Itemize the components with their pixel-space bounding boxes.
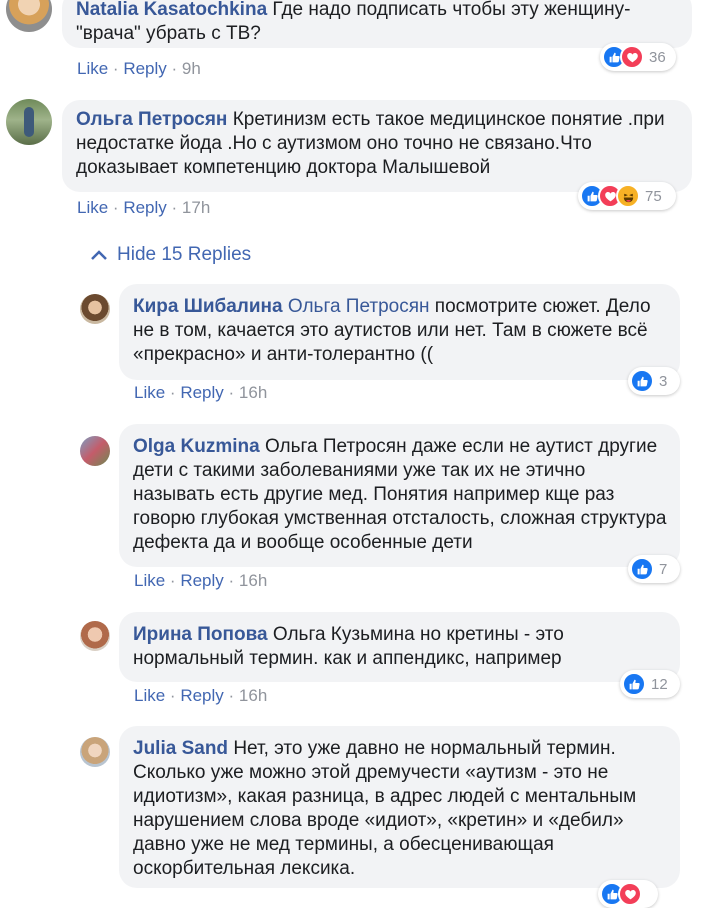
reaction-summary[interactable]: 36 [600, 43, 676, 71]
comment-actions: Like · Reply · 17h [77, 198, 211, 217]
reply-mention[interactable]: Ольга Петросян [288, 296, 430, 317]
reaction-summary[interactable]: 7 [628, 555, 680, 583]
reply-bubble: Ирина Попова Ольга Кузьмина но кретины -… [119, 612, 680, 682]
reaction-summary[interactable]: 12 [620, 670, 680, 698]
reply-author[interactable]: Olga Kuzmina [133, 436, 260, 457]
reply-button[interactable]: Reply [180, 383, 223, 402]
haha-icon [616, 184, 640, 208]
like-button[interactable]: Like [134, 383, 165, 402]
hide-replies-label: Hide 15 Replies [117, 244, 252, 265]
reply-button[interactable]: Reply [180, 571, 223, 590]
reply-timestamp[interactable]: 16h [239, 686, 267, 705]
avatar[interactable] [80, 294, 110, 324]
reply-button[interactable]: Reply [180, 686, 223, 705]
comment-author[interactable]: Ольга Петросян [76, 109, 227, 130]
reply-actions: Like · Reply · 16h [134, 571, 268, 590]
love-icon [618, 882, 642, 906]
avatar[interactable] [6, 0, 52, 32]
reply-text: Нет, это уже давно не нормальный термин.… [133, 738, 637, 879]
comment-timestamp[interactable]: 9h [182, 59, 201, 78]
reply-button[interactable]: Reply [123, 198, 166, 217]
comment-bubble: Ольга Петросян Кретинизм есть такое меди… [62, 100, 692, 192]
like-icon [630, 369, 654, 393]
like-icon [630, 557, 654, 581]
like-button[interactable]: Like [77, 198, 108, 217]
like-button[interactable]: Like [134, 686, 165, 705]
avatar[interactable] [80, 436, 110, 466]
reply-author[interactable]: Кира Шибалина [133, 296, 283, 317]
reply-timestamp[interactable]: 16h [239, 383, 267, 402]
reply-author[interactable]: Ирина Попова [133, 624, 268, 645]
avatar[interactable] [80, 737, 110, 767]
reply-bubble: Кира Шибалина Ольга Петросян посмотрите … [119, 284, 680, 380]
like-button[interactable]: Like [77, 59, 108, 78]
reaction-summary[interactable]: 75 [578, 182, 676, 210]
reply-timestamp[interactable]: 16h [239, 571, 267, 590]
reaction-summary[interactable]: 3 [628, 367, 680, 395]
reply-bubble: Julia Sand Нет, это уже давно не нормаль… [119, 726, 680, 888]
like-icon [622, 672, 646, 696]
reply-bubble: Olga Kuzmina Ольга Петросян даже если не… [119, 424, 680, 567]
hide-replies-button[interactable]: Hide 15 Replies [90, 244, 251, 266]
comment-bubble: Natalia Kasatochkina Где надо подписать … [62, 0, 692, 48]
reaction-count: 7 [659, 560, 668, 578]
like-button[interactable]: Like [134, 571, 165, 590]
reply-actions: Like · Reply · 16h [134, 686, 268, 705]
reply-button[interactable]: Reply [123, 59, 166, 78]
comment-author[interactable]: Natalia Kasatochkina [76, 0, 267, 20]
reaction-count: 36 [649, 48, 666, 66]
avatar[interactable] [6, 99, 52, 145]
reaction-count: 75 [645, 187, 662, 205]
love-icon [620, 45, 644, 69]
chevron-up-icon [91, 250, 107, 260]
comment-timestamp[interactable]: 17h [182, 198, 210, 217]
comment-actions: Like · Reply · 9h [77, 59, 201, 78]
reply-actions: Like · Reply · 16h [134, 383, 268, 402]
reaction-summary[interactable] [598, 880, 658, 908]
reaction-count: 12 [651, 675, 668, 693]
avatar[interactable] [80, 621, 110, 651]
reaction-count: 3 [659, 372, 668, 390]
reply-author[interactable]: Julia Sand [133, 738, 228, 759]
